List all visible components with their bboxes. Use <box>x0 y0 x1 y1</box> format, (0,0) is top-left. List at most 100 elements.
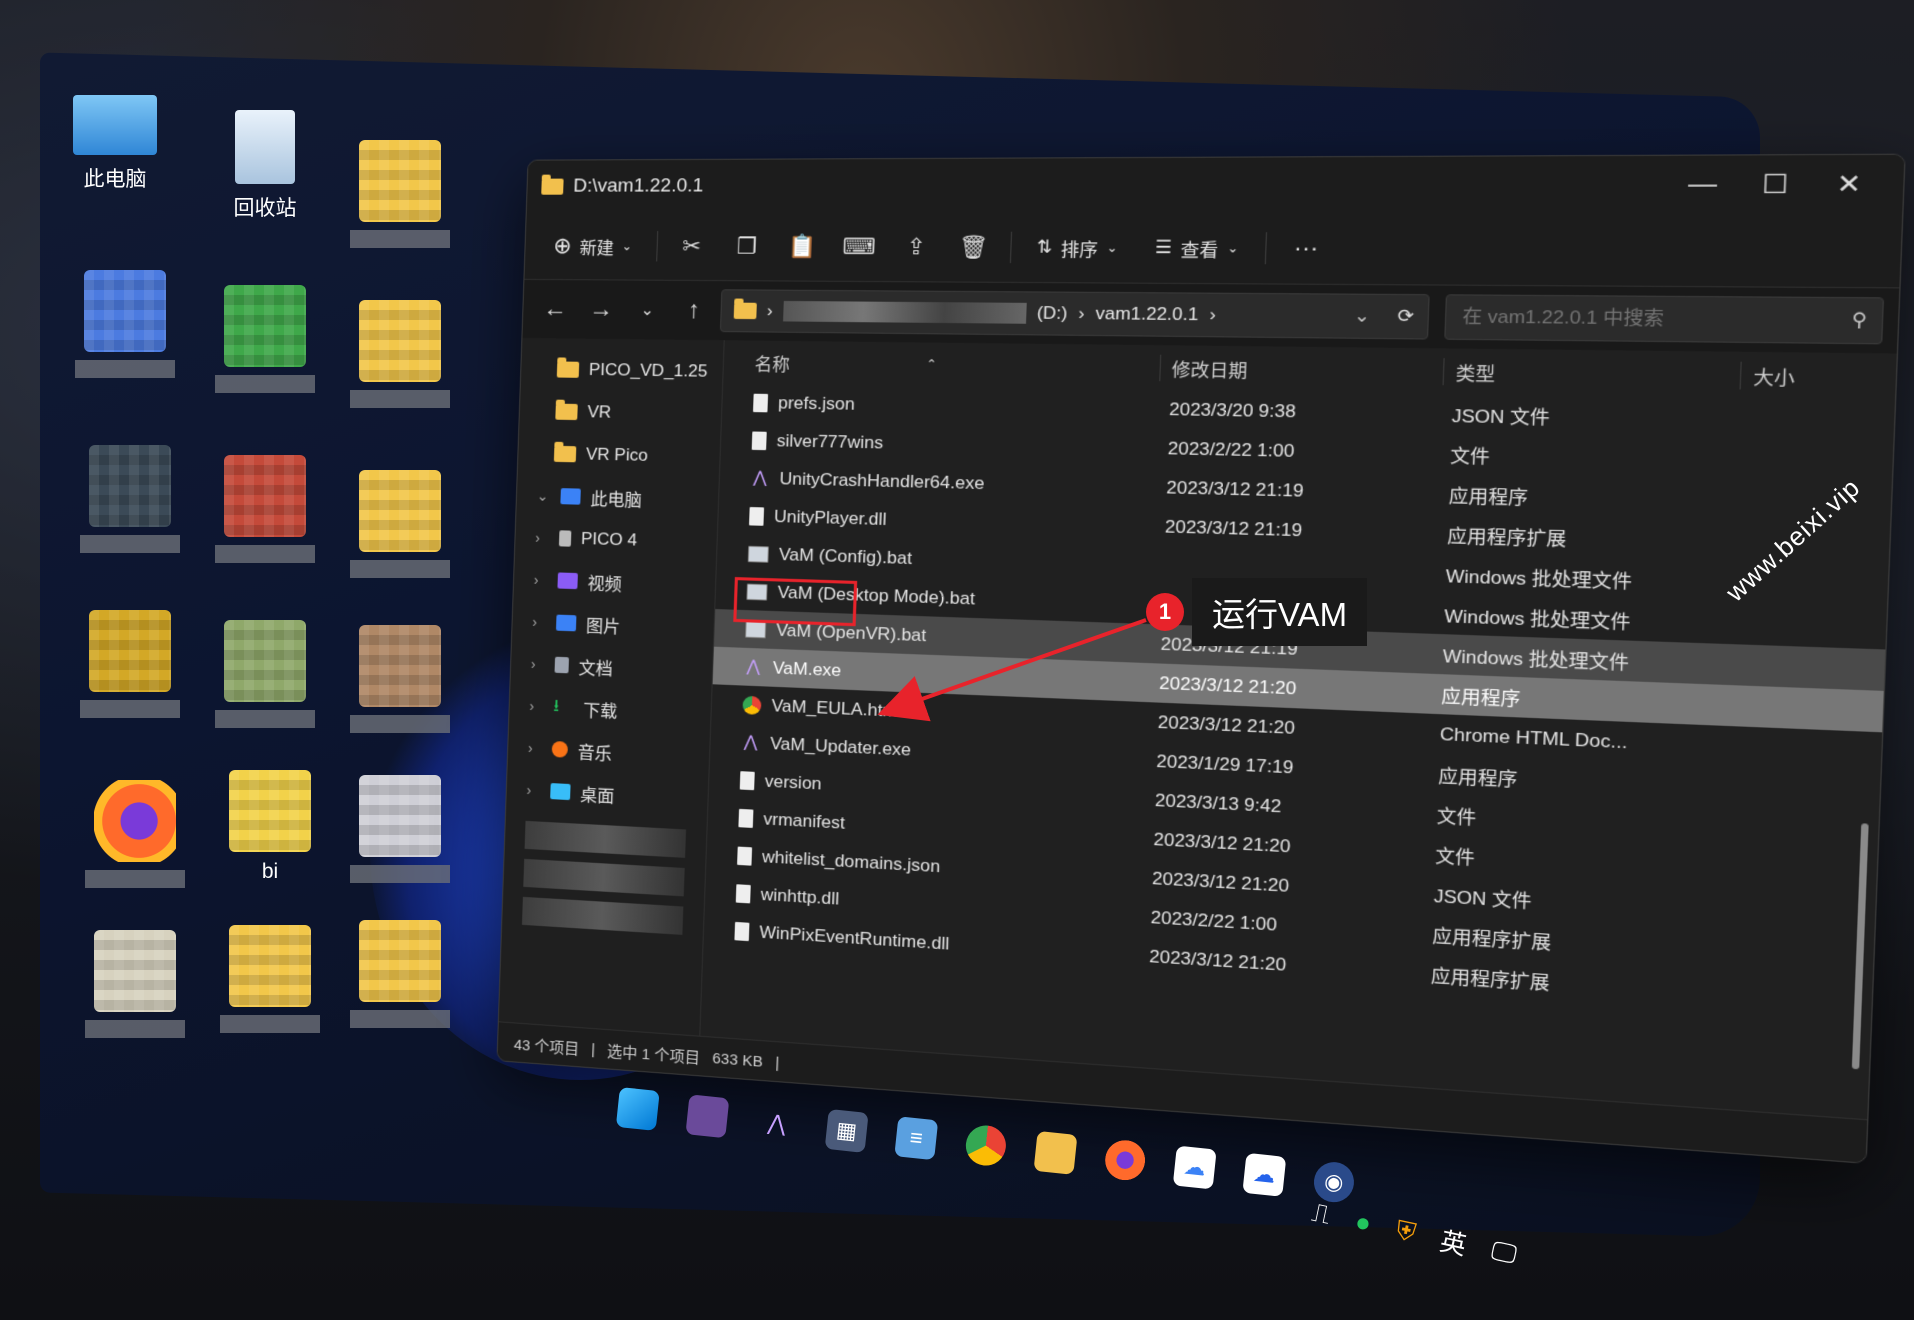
computer-icon <box>560 488 581 505</box>
redacted-item <box>524 820 687 858</box>
desktop-icon-pixelated[interactable] <box>80 930 190 1038</box>
column-header-name[interactable]: 名称 ⌃ <box>754 349 1160 380</box>
file-list: 名称 ⌃ 修改日期 类型 大小 prefs.json 2023/3/20 9:38… <box>700 340 1897 1119</box>
desktop-icon-pixelated[interactable] <box>210 620 320 728</box>
desktop-icon-folder[interactable] <box>345 470 455 578</box>
column-header-type[interactable]: 类型 <box>1442 357 1741 389</box>
windows-start-icon[interactable] <box>615 1086 660 1131</box>
shield-icon[interactable]: ⛨ <box>1393 1214 1418 1249</box>
file-type: 应用程序 <box>1440 686 1521 710</box>
firefox-icon[interactable] <box>1103 1138 1148 1183</box>
chevron-down-icon[interactable]: ⌄ <box>536 487 550 504</box>
share-icon[interactable]: ⇪ <box>894 229 938 264</box>
breadcrumb-drive[interactable]: (D:) <box>1036 303 1067 324</box>
chevron-right-icon[interactable]: › <box>531 656 545 673</box>
redacted-item <box>523 858 685 897</box>
desktop-icon-pixelated[interactable] <box>210 285 320 393</box>
up-arrow-icon[interactable]: ↑ <box>673 296 715 325</box>
wechat-icon[interactable]: ● <box>1352 1206 1375 1240</box>
search-input[interactable] <box>1459 305 1853 333</box>
chevron-right-icon[interactable]: › <box>529 698 543 715</box>
column-header-size[interactable]: 大小 <box>1739 361 1852 391</box>
desktop-icon-pixelated[interactable] <box>345 625 455 733</box>
column-header-date[interactable]: 修改日期 <box>1159 354 1444 385</box>
desktop-icon-folder[interactable] <box>345 920 455 1028</box>
desktop-icon-pixelated[interactable] <box>75 445 185 553</box>
sidebar-item-desktop[interactable]: › 桌面 <box>506 768 708 821</box>
desktop-icon-pixelated[interactable]: bi <box>215 770 325 884</box>
divider <box>1009 231 1012 264</box>
breadcrumb-current[interactable]: vam1.22.0.1 <box>1095 303 1199 325</box>
chevron-right-icon[interactable]: › <box>535 530 549 546</box>
pixelated-label <box>350 865 450 883</box>
vam-icon[interactable]: ⋀ <box>755 1102 799 1146</box>
back-arrow-icon[interactable]: ← <box>535 295 576 323</box>
sidebar-item-this-pc[interactable]: ⌄ 此电脑 <box>516 474 719 521</box>
notepad-icon[interactable]: ≡ <box>894 1116 939 1161</box>
search-icon[interactable]: ⚲ <box>1851 309 1867 332</box>
maximize-button[interactable]: ☐ <box>1738 168 1812 200</box>
sidebar-item-pico4[interactable]: › PICO 4 <box>515 516 718 564</box>
recent-chevron-icon[interactable]: ⌄ <box>627 300 668 321</box>
window-title: D:\vam1.22.0.1 <box>572 175 704 197</box>
cloud-app-icon[interactable]: ☁ <box>1172 1145 1217 1190</box>
address-bar[interactable]: › (D:) › vam1.22.0.1 › ⌄ ⟳ <box>719 289 1430 340</box>
sort-up-icon: ⌃ <box>925 357 938 372</box>
plus-circle-icon: ⊕ <box>552 232 573 259</box>
chevron-down-icon[interactable]: ⌄ <box>1353 305 1370 327</box>
breadcrumb-separator: › <box>1078 303 1085 324</box>
pixelated-label <box>350 715 450 733</box>
cloud-drive-icon[interactable]: ☁ <box>1242 1152 1287 1197</box>
pixelated-label <box>350 560 450 578</box>
input-language[interactable]: 英 <box>1437 1221 1470 1263</box>
chevron-right-icon[interactable]: › <box>526 782 540 799</box>
desktop-icon-pixelated[interactable] <box>75 610 185 718</box>
sidebar-item-pico-vd[interactable]: PICO_VD_1.25 <box>521 348 724 393</box>
cut-icon[interactable]: ✂ <box>671 229 713 264</box>
network-icon[interactable]: 🖵 <box>1488 1234 1520 1271</box>
sidebar-item-label: 此电脑 <box>590 489 643 510</box>
folder-icon <box>541 178 564 195</box>
chevron-right-icon[interactable]: › <box>534 572 548 588</box>
copy-icon[interactable]: ❐ <box>726 229 768 264</box>
close-button[interactable]: ✕ <box>1811 168 1886 201</box>
sidebar-item-vr-pico[interactable]: VR Pico <box>518 432 721 479</box>
delete-icon[interactable]: 🗑 <box>951 230 995 266</box>
chevron-right-icon[interactable]: › <box>532 614 546 631</box>
desktop-icon-firefox[interactable] <box>80 780 190 888</box>
desktop-icon-label: bi <box>261 860 279 883</box>
file-name: winhttp.dll <box>760 884 840 909</box>
refresh-icon[interactable]: ⟳ <box>1397 306 1414 328</box>
paste-icon[interactable]: 📋 <box>781 229 824 264</box>
desktop-icon-folder[interactable] <box>215 925 325 1033</box>
desktop-icon-pixelated[interactable] <box>345 775 455 883</box>
desktop-icon-pixelated[interactable] <box>70 270 180 378</box>
pixelated-label <box>215 375 315 393</box>
chevron-down-icon: ⌄ <box>621 239 633 254</box>
rename-icon[interactable]: ⌨ <box>838 229 881 264</box>
sidebar-item-videos[interactable]: › 视频 <box>513 558 715 607</box>
divider <box>655 231 658 262</box>
selected-size: 633 KB <box>711 1049 764 1071</box>
sidebar-item-vr[interactable]: VR <box>519 390 722 436</box>
desktop-icon-recycle-bin[interactable]: 回收站 <box>210 110 320 222</box>
sort-button[interactable]: ⇅ 排序 ⌄ <box>1025 228 1129 267</box>
minimize-button[interactable]: — <box>1666 169 1739 200</box>
desktop-icon-pixelated[interactable] <box>210 455 320 563</box>
title-bar[interactable]: D:\vam1.22.0.1 — ☐ ✕ <box>526 154 1905 214</box>
file-explorer-icon[interactable] <box>1033 1130 1078 1175</box>
forward-arrow-icon[interactable]: → <box>581 295 622 324</box>
more-button[interactable]: ··· <box>1282 228 1331 269</box>
view-label: 查看 <box>1180 239 1219 261</box>
search-box[interactable]: ⚲ <box>1444 294 1885 345</box>
chevron-right-icon[interactable]: › <box>528 740 542 757</box>
desktop-icon-this-pc[interactable]: 此电脑 <box>60 85 170 193</box>
chrome-icon[interactable] <box>963 1123 1008 1168</box>
file-explorer-window[interactable]: D:\vam1.22.0.1 — ☐ ✕ ⊕ 新建 ⌄ ✂ ❐ 📋 ⌨ ⇪ 🗑 … <box>496 153 1906 1164</box>
view-button[interactable]: ☰ 查看 ⌄ <box>1143 228 1250 268</box>
pixelated-app-icon[interactable] <box>685 1094 730 1139</box>
desktop-icon-folder[interactable] <box>345 140 455 248</box>
new-button[interactable]: ⊕ 新建 ⌄ <box>543 227 643 266</box>
calculator-icon[interactable]: ▦ <box>824 1108 869 1153</box>
desktop-icon-folder[interactable] <box>345 300 455 408</box>
